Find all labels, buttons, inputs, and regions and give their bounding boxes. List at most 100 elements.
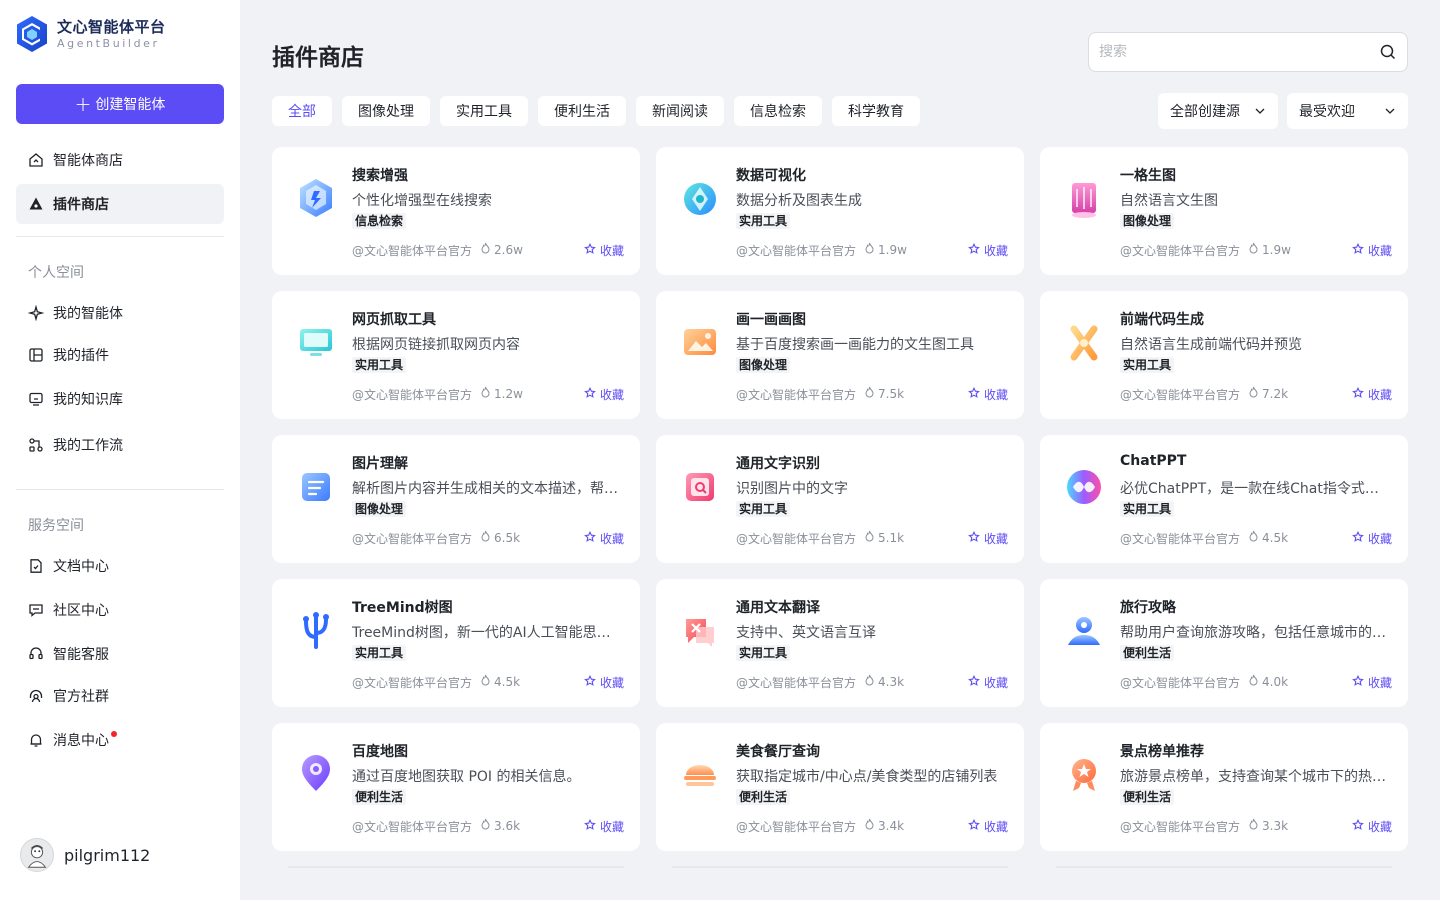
sidebar-item-agent-store[interactable]: 智能体商店	[16, 140, 224, 180]
plugin-card[interactable]: 网页抓取工具 根据网页链接抓取网页内容 实用工具 @文心智能体平台官方 1.2w 收藏	[272, 291, 640, 419]
sidebar-item-community[interactable]: 社区中心	[16, 590, 224, 630]
tab-life[interactable]: 便利生活	[538, 96, 626, 126]
favorite-button[interactable]: 收藏	[1352, 386, 1392, 403]
tab-science[interactable]: 科学教育	[832, 96, 920, 126]
favorite-button[interactable]: 收藏	[584, 530, 624, 547]
favorite-button[interactable]: 收藏	[1352, 242, 1392, 259]
image-understand-icon	[296, 459, 336, 515]
plugin-card[interactable]: 图片理解解析图片内容并生成相关的文本描述，帮助用户理解图片图像处理 @文心智能体平…	[272, 435, 640, 563]
map-pin-icon	[296, 747, 336, 803]
plus-icon: +	[74, 92, 92, 116]
sidebar-item-label: 智能体商店	[53, 153, 123, 169]
plugin-description: 获取指定城市/中心点/美食类型的店铺列表	[736, 769, 998, 785]
tab-all[interactable]: 全部	[272, 96, 332, 126]
flame-icon	[480, 242, 494, 257]
sidebar-item-label: 我的插件	[53, 348, 109, 364]
user-profile[interactable]: pilgrim112	[20, 838, 150, 872]
plugin-popularity: 4.0k	[1248, 674, 1288, 689]
favorite-button[interactable]: 收藏	[968, 530, 1008, 547]
favorite-button[interactable]: 收藏	[584, 818, 624, 835]
favorite-button[interactable]: 收藏	[1352, 674, 1392, 691]
favorite-button[interactable]: 收藏	[584, 386, 624, 403]
favorite-label: 收藏	[599, 388, 624, 402]
plugin-card[interactable]: 前端代码生成 自然语言生成前端代码并预览 实用工具 @文心智能体平台官方 7.2k 收藏	[1040, 291, 1408, 419]
tab-search[interactable]: 信息检索	[734, 96, 822, 126]
favorite-button[interactable]: 收藏	[584, 674, 624, 691]
plugin-card[interactable]: ChatPPT 必优ChatPPT，是一款在线Chat指令式生成PPT的工具实用工…	[1040, 435, 1408, 563]
popularity-count: 3.3k	[1262, 818, 1289, 833]
plugin-card[interactable]: 画一画画图 基于百度搜索画一画能力的文生图工具 图像处理 @文心智能体平台官方 7.5k…	[656, 291, 1024, 419]
brand-logo[interactable]: 文心智能体平台 AgentBuilder	[16, 14, 166, 54]
sidebar-item-my-workflows[interactable]: 我的工作流	[16, 425, 224, 465]
plugin-card[interactable]: 通用文字识别 识别图片中的文字 实用工具 @文心智能体平台官方 5.1k 收藏	[656, 435, 1024, 563]
plugin-description: TreeMind树图，新一代的AI人工智能思维导图工具	[352, 625, 620, 641]
sidebar-item-my-knowledge[interactable]: 我的知识库	[16, 379, 224, 419]
web-crawl-icon	[296, 315, 336, 371]
search-box[interactable]	[1088, 32, 1408, 72]
favorite-button[interactable]: 收藏	[584, 242, 624, 259]
tab-image[interactable]: 图像处理	[342, 96, 430, 126]
code-gen-icon	[1064, 315, 1104, 371]
sidebar-item-plugin-store[interactable]: 插件商店	[16, 184, 224, 224]
plugin-card[interactable]: 旅行攻略帮助用户查询旅游攻略，包括任意城市的景点和美食便利生活 @文心智能体平台官…	[1040, 579, 1408, 707]
search-input[interactable]	[1099, 44, 1379, 60]
plugin-card[interactable]: TreeMind树图 TreeMind树图，新一代的AI人工智能思维导图工具实用工…	[272, 579, 640, 707]
create-agent-label: 创建智能体	[95, 97, 166, 113]
sidebar-item-docs[interactable]: 文档中心	[16, 546, 224, 586]
tab-news[interactable]: 新闻阅读	[636, 96, 724, 126]
favorite-button[interactable]: 收藏	[968, 674, 1008, 691]
chatppt-icon	[1064, 459, 1104, 515]
favorite-button[interactable]: 收藏	[968, 386, 1008, 403]
plugin-card[interactable]: 通用文本翻译 支持中、英文语言互译 实用工具 @文心智能体平台官方 4.3k 收藏	[656, 579, 1024, 707]
popularity-count: 2.6w	[494, 242, 523, 257]
plugin-description: 个性化增强型在线搜索	[352, 193, 492, 209]
plugin-popularity: 7.5k	[864, 386, 904, 401]
plugin-card[interactable]: 美食餐厅查询 获取指定城市/中心点/美食类型的店铺列表 便利生活 @文心智能体平台官方…	[656, 723, 1024, 851]
avatar	[20, 838, 54, 872]
favorite-button[interactable]: 收藏	[968, 242, 1008, 259]
plugin-card[interactable]: 数据可视化 数据分析及图表生成 实用工具 @文心智能体平台官方 1.9w 收藏	[656, 147, 1024, 275]
plugin-card[interactable]: 景点榜单推荐 旅游景点榜单，支持查询某个城市下的热门景点 便利生活 @文心智能体平台官…	[1040, 723, 1408, 851]
plugin-popularity: 2.6w	[480, 242, 523, 257]
plugin-card[interactable]: 搜索增强 个性化增强型在线搜索 信息检索 @文心智能体平台官方 2.6w 收藏	[272, 147, 640, 275]
plugin-tag: 便利生活	[1120, 789, 1175, 805]
brand-logo-icon	[17, 16, 47, 52]
tab-tools[interactable]: 实用工具	[440, 96, 528, 126]
star-icon	[1352, 386, 1368, 402]
source-filter-value: 全部创建源	[1170, 104, 1240, 120]
sidebar-item-official-group[interactable]: 官方社群	[16, 676, 224, 716]
sidebar-item-support[interactable]: 智能客服	[16, 634, 224, 674]
favorite-label: 收藏	[599, 244, 624, 258]
favorite-label: 收藏	[983, 820, 1008, 834]
plugin-popularity: 4.5k	[480, 674, 520, 689]
document-icon	[28, 558, 44, 574]
sidebar-item-messages[interactable]: 消息中心	[16, 720, 224, 760]
plugin-card[interactable]: 一格生图 自然语言文生图 图像处理 @文心智能体平台官方 1.9w 收藏	[1040, 147, 1408, 275]
popularity-count: 4.5k	[494, 674, 521, 689]
sidebar-item-label: 社区中心	[53, 603, 109, 619]
favorite-button[interactable]: 收藏	[968, 818, 1008, 835]
plugin-author: @文心智能体平台官方	[736, 676, 857, 690]
source-filter-select[interactable]: 全部创建源	[1158, 93, 1278, 129]
favorite-label: 收藏	[1367, 676, 1392, 690]
sidebar-item-my-agents[interactable]: 我的智能体	[16, 293, 224, 333]
plugin-popularity: 1.9w	[864, 242, 907, 257]
create-agent-button[interactable]: + 创建智能体	[16, 84, 224, 124]
sidebar-item-my-plugins[interactable]: 我的插件	[16, 335, 224, 375]
plugin-card[interactable]: 百度地图 通过百度地图获取 POI 的相关信息。 便利生活 @文心智能体平台官方 3.6…	[272, 723, 640, 851]
sidebar: 文心智能体平台 AgentBuilder + 创建智能体 智能体商店 插件商店 …	[0, 0, 240, 900]
favorite-button[interactable]: 收藏	[1352, 818, 1392, 835]
home-icon	[28, 152, 44, 168]
favorite-button[interactable]: 收藏	[1352, 530, 1392, 547]
sort-select[interactable]: 最受欢迎	[1287, 93, 1408, 129]
popularity-count: 7.2k	[1262, 386, 1289, 401]
star-icon	[968, 674, 984, 690]
plugin-title: 搜索增强	[352, 168, 408, 184]
plugin-description: 根据网页链接抓取网页内容	[352, 337, 520, 353]
search-icon[interactable]	[1379, 43, 1397, 61]
plugin-author: @文心智能体平台官方	[352, 820, 473, 834]
star-icon	[584, 818, 600, 834]
favorite-label: 收藏	[1367, 244, 1392, 258]
food-icon	[680, 747, 720, 803]
plugin-popularity: 4.5k	[1248, 530, 1288, 545]
